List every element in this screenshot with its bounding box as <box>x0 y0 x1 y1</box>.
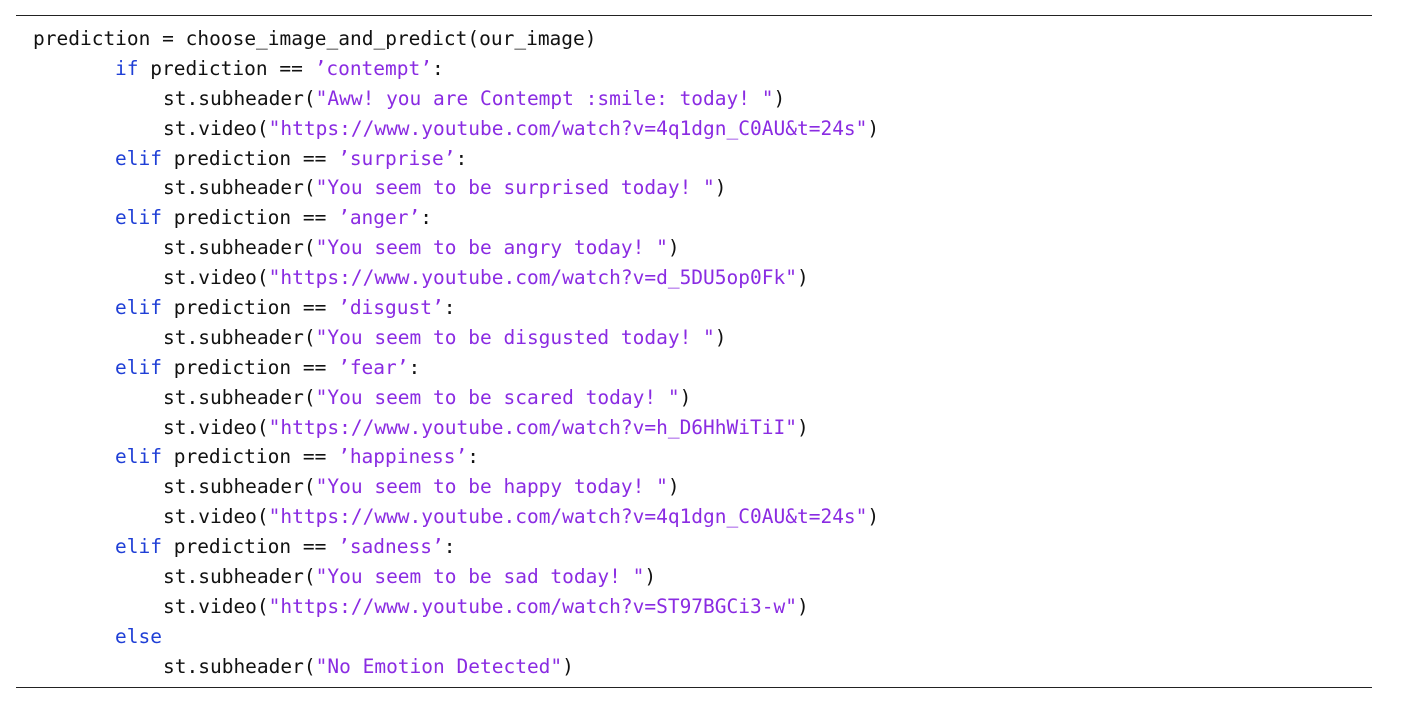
code-text: prediction == <box>161 535 339 559</box>
code-text: ) <box>796 594 809 618</box>
code-text: : <box>420 206 433 230</box>
code-keyword: else <box>115 624 162 648</box>
code-text: prediction == <box>161 146 339 170</box>
code-text: : <box>432 56 444 80</box>
code-string: "https://www.youtube.com/watch?v=ST97BGC… <box>268 594 797 618</box>
code-line: prediction = choose_image_and_predict(ou… <box>33 24 879 54</box>
code-line: elif prediction == ’happiness’: <box>33 442 879 472</box>
code-text: st.subheader( <box>163 325 316 349</box>
code-text: prediction == <box>161 206 339 230</box>
code-line: elif prediction == ’surprise’: <box>33 144 879 174</box>
code-line: st.video("https://www.youtube.com/watch?… <box>33 114 879 144</box>
code-string: "No Emotion Detected" <box>315 654 563 678</box>
code-text: ) <box>867 116 880 140</box>
code-keyword: elif <box>115 206 162 230</box>
code-line: st.subheader("You seem to be disgusted t… <box>33 323 879 353</box>
code-keyword: elif <box>115 296 162 320</box>
code-text: ) <box>796 266 809 290</box>
code-text: ) <box>714 176 727 200</box>
code-line: st.video("https://www.youtube.com/watch?… <box>33 413 879 443</box>
code-line: st.video("https://www.youtube.com/watch?… <box>33 502 879 532</box>
code-line: elif prediction == ’anger’: <box>33 203 879 233</box>
code-line: elif prediction == ’disgust’: <box>33 293 879 323</box>
code-string: "https://www.youtube.com/watch?v=d_5DU5o… <box>268 266 797 290</box>
code-string: ’anger’ <box>338 206 421 230</box>
code-line: if prediction == ’contempt’: <box>33 54 879 84</box>
code-text: ) <box>667 475 680 499</box>
code-string: "Aww! you are Contempt :smile: today! " <box>315 86 774 110</box>
code-string: ’disgust’ <box>338 296 444 320</box>
code-string: ’contempt’ <box>314 56 432 80</box>
code-line: st.subheader("You seem to be happy today… <box>33 472 879 502</box>
code-text: ) <box>773 86 786 110</box>
code-string: "You seem to be angry today! " <box>315 236 668 260</box>
code-string: "You seem to be happy today! " <box>315 475 668 499</box>
code-string: "https://www.youtube.com/watch?v=4q1dgn_… <box>268 116 868 140</box>
code-text: st.video( <box>163 594 269 618</box>
code-string: "https://www.youtube.com/watch?v=h_D6HhW… <box>268 415 797 439</box>
code-keyword: elif <box>115 445 162 469</box>
code-text: st.subheader( <box>163 565 316 589</box>
code-text: ) <box>714 325 727 349</box>
code-text: : <box>443 535 456 559</box>
code-text: : <box>408 355 421 379</box>
code-text: : <box>467 445 479 469</box>
code-block: prediction = choose_image_and_predict(ou… <box>33 24 879 682</box>
code-line: else <box>33 622 879 652</box>
code-line: st.subheader("You seem to be angry today… <box>33 233 879 263</box>
code-keyword: elif <box>115 355 162 379</box>
code-text: prediction == <box>161 355 339 379</box>
code-text: ) <box>667 236 680 260</box>
code-text: prediction == <box>161 445 339 469</box>
code-text: st.subheader( <box>163 385 316 409</box>
code-line: st.subheader("No Emotion Detected") <box>33 652 879 682</box>
code-text: : <box>443 296 456 320</box>
code-text: ) <box>562 654 574 678</box>
code-text: st.video( <box>163 505 269 529</box>
code-text: prediction == <box>138 56 315 80</box>
code-string: "You seem to be surprised today! " <box>315 176 715 200</box>
code-text: st.subheader( <box>163 654 316 678</box>
code-text: : <box>455 146 468 170</box>
code-string: ’surprise’ <box>338 146 456 170</box>
code-line: st.subheader("Aww! you are Contempt :smi… <box>33 84 879 114</box>
code-text: st.video( <box>163 415 269 439</box>
code-text: ) <box>644 565 657 589</box>
code-text: ) <box>796 415 809 439</box>
code-text: st.subheader( <box>163 176 316 200</box>
code-text: prediction == <box>161 296 339 320</box>
code-line: st.subheader("You seem to be scared toda… <box>33 383 879 413</box>
code-line: st.video("https://www.youtube.com/watch?… <box>33 592 879 622</box>
code-keyword: if <box>115 56 139 80</box>
code-listing: prediction = choose_image_and_predict(ou… <box>16 15 1372 688</box>
code-keyword: elif <box>115 535 162 559</box>
code-text: st.subheader( <box>163 236 316 260</box>
code-line: st.video("https://www.youtube.com/watch?… <box>33 263 879 293</box>
code-line: elif prediction == ’fear’: <box>33 353 879 383</box>
code-string: ’fear’ <box>338 355 409 379</box>
code-string: ’happiness’ <box>338 445 468 469</box>
code-text: st.video( <box>163 116 269 140</box>
code-line: st.subheader("You seem to be sad today! … <box>33 562 879 592</box>
code-string: "You seem to be disgusted today! " <box>315 325 715 349</box>
code-string: "You seem to be sad today! " <box>315 565 645 589</box>
code-string: ’sadness’ <box>338 535 444 559</box>
code-string: "You seem to be scared today! " <box>315 385 680 409</box>
code-text: ) <box>679 385 692 409</box>
code-line: st.subheader("You seem to be surprised t… <box>33 173 879 203</box>
code-text: st.video( <box>163 266 269 290</box>
code-line: elif prediction == ’sadness’: <box>33 532 879 562</box>
code-string: "https://www.youtube.com/watch?v=4q1dgn_… <box>268 505 868 529</box>
code-text: st.subheader( <box>163 86 316 110</box>
code-text: st.subheader( <box>163 475 316 499</box>
code-text: prediction = choose_image_and_predict(ou… <box>33 27 597 50</box>
code-text: ) <box>867 505 880 529</box>
code-keyword: elif <box>115 146 162 170</box>
